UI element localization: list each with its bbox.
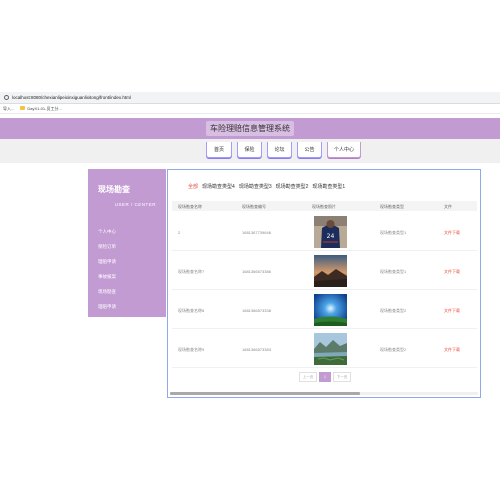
nav-personal-center[interactable]: 个人中心 bbox=[327, 142, 361, 158]
row-name: 现场勘查名称8 bbox=[178, 308, 205, 313]
header-file: 文件 bbox=[444, 204, 452, 209]
bookmark-import[interactable]: 导入... bbox=[3, 106, 14, 112]
table-row: 2 1681367739646 24 现场勘查类型1 文件下载 bbox=[172, 213, 477, 251]
file-download-link[interactable]: 文件下载 bbox=[444, 269, 460, 275]
header-photo: 现场勘查照片 bbox=[312, 204, 336, 209]
folder-icon bbox=[20, 106, 26, 111]
sidebar-item-claim-application-2[interactable]: 理赔申请 bbox=[98, 304, 116, 310]
address-bar[interactable]: localhost:8080/chexianlipeixinxiguanlixi… bbox=[0, 92, 500, 104]
page-number-current[interactable]: 1 bbox=[319, 372, 331, 382]
nav-insurance[interactable]: 保险 bbox=[237, 142, 262, 158]
table-row: 现场勘查名称8 1681366573338 现场勘查类型2 文件下载 bbox=[172, 291, 477, 329]
tab-type-3[interactable]: 现场勘查类型3 bbox=[239, 183, 272, 190]
category-tabs: 全部 现场勘查类型4 现场勘查类型3 现场勘查类型2 现场勘查类型1 bbox=[188, 183, 345, 190]
sidebar-item-insurance-orders[interactable]: 保险订单 bbox=[98, 244, 116, 250]
sidebar-item-accident-report[interactable]: 事故报案 bbox=[98, 274, 116, 280]
site-title: 车险理赔信息管理系统 bbox=[206, 121, 294, 136]
sidebar: 现场勘查 USER / CENTER 个人中心 保险订单 理赔申请 事故报案 现… bbox=[88, 169, 166, 317]
tab-type-2[interactable]: 现场勘查类型2 bbox=[276, 183, 309, 190]
nav-bar: 首页 保险 论坛 公告 个人中心 bbox=[0, 139, 500, 163]
table-row: 现场勘查名称9 1681366573383 现场勘查类型2 文件下载 bbox=[172, 330, 477, 368]
sidebar-title: 现场勘查 bbox=[98, 185, 130, 194]
nav-forum[interactable]: 论坛 bbox=[267, 142, 292, 158]
svg-text:24: 24 bbox=[327, 233, 335, 240]
tab-type-4[interactable]: 现场勘查类型4 bbox=[202, 183, 235, 190]
next-page-button[interactable]: 下一页 bbox=[333, 372, 351, 382]
prev-page-button[interactable]: 上一页 bbox=[299, 372, 317, 382]
site-info-icon[interactable] bbox=[4, 95, 9, 100]
row-type: 现场勘查类型2 bbox=[380, 347, 407, 352]
row-name: 现场勘查名称9 bbox=[178, 347, 205, 352]
row-code: 1681366573338 bbox=[242, 308, 271, 313]
row-code: 1681366573383 bbox=[242, 347, 271, 352]
file-download-link[interactable]: 文件下载 bbox=[444, 347, 460, 353]
bookmarks-bar: 导入... DayX1-01-员工分... bbox=[0, 104, 500, 114]
page: localhost:8080/chexianlipeixinxiguanlixi… bbox=[0, 0, 500, 500]
sidebar-subtitle: USER / CENTER bbox=[114, 202, 156, 207]
row-code: 1681367739646 bbox=[242, 230, 271, 235]
nav-notice[interactable]: 公告 bbox=[297, 142, 322, 158]
table-header: 现场勘查名称 现场勘查编号 现场勘查照片 现场勘查类型 文件 bbox=[172, 201, 477, 211]
header-type: 现场勘查类型 bbox=[380, 204, 404, 209]
bookmark-folder[interactable]: DayX1-01-员工分... bbox=[20, 106, 62, 112]
survey-photo-landscape[interactable] bbox=[314, 333, 347, 365]
url-text[interactable]: localhost:8080/chexianlipeixinxiguanlixi… bbox=[12, 95, 131, 100]
scrollbar-thumb[interactable] bbox=[170, 392, 360, 395]
table-row: 现场勘查名称7 1681366573386 现场勘查类型1 文件下载 bbox=[172, 252, 477, 290]
site-header: 车险理赔信息管理系统 bbox=[0, 118, 500, 139]
survey-photo-jersey[interactable]: 24 bbox=[314, 216, 347, 248]
row-type: 现场勘查类型1 bbox=[380, 230, 407, 235]
file-download-link[interactable]: 文件下载 bbox=[444, 308, 460, 314]
survey-photo-sunset[interactable] bbox=[314, 255, 347, 287]
row-type: 现场勘查类型2 bbox=[380, 308, 407, 313]
row-name: 现场勘查名称7 bbox=[178, 269, 205, 274]
sidebar-item-claim-application[interactable]: 理赔申请 bbox=[98, 259, 116, 265]
file-download-link[interactable]: 文件下载 bbox=[444, 230, 460, 236]
row-name: 2 bbox=[178, 230, 181, 235]
sidebar-item-site-survey[interactable]: 现场勘查 bbox=[98, 289, 116, 295]
pagination: 上一页 1 下一页 bbox=[299, 372, 351, 382]
header-code: 现场勘查编号 bbox=[242, 204, 266, 209]
sidebar-item-personal-center[interactable]: 个人中心 bbox=[98, 229, 116, 235]
row-type: 现场勘查类型1 bbox=[380, 269, 407, 274]
nav-home[interactable]: 首页 bbox=[206, 142, 232, 158]
horizontal-scrollbar[interactable] bbox=[170, 392, 478, 395]
survey-photo-sky[interactable] bbox=[314, 294, 347, 326]
tab-type-1[interactable]: 现场勘查类型1 bbox=[312, 183, 345, 190]
header-name: 现场勘查名称 bbox=[178, 204, 202, 209]
main-panel: 全部 现场勘查类型4 现场勘查类型3 现场勘查类型2 现场勘查类型1 现场勘查名… bbox=[167, 169, 481, 398]
row-code: 1681366573386 bbox=[242, 269, 271, 274]
tab-all[interactable]: 全部 bbox=[188, 183, 198, 190]
